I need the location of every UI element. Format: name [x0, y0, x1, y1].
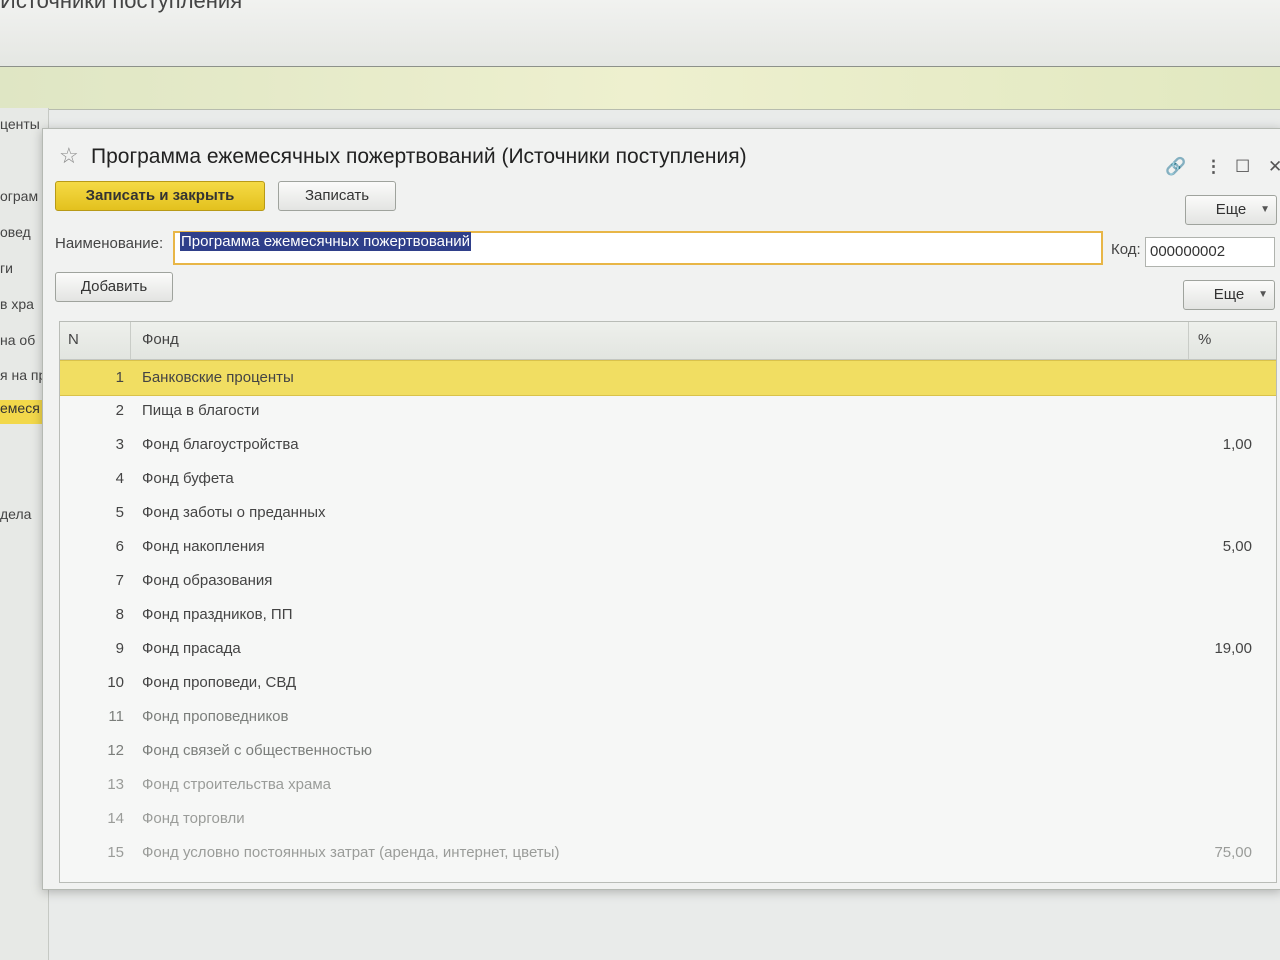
table-row[interactable]: 7 Фонд образования [60, 564, 1276, 598]
background-list-item[interactable]: центы [0, 116, 46, 132]
fund-name: Фонд накопления [142, 538, 265, 555]
row-number: 15 [107, 844, 124, 861]
code-label: Код: [1111, 241, 1141, 258]
table-row-selected[interactable]: 1 Банковские проценты [60, 360, 1276, 396]
background-list-item-selected[interactable]: емеся [0, 400, 46, 424]
row-number: 9 [115, 640, 124, 657]
background-list-item[interactable]: ги [0, 260, 46, 276]
table-row[interactable]: 15 Фонд условно постоянных затрат (аренда… [60, 836, 1276, 870]
row-number: 8 [115, 606, 124, 623]
row-number: 11 [108, 708, 124, 725]
row-number: 1 [115, 369, 124, 386]
table-row[interactable]: 14 Фонд торговли [60, 802, 1276, 836]
column-header-fund[interactable]: Фонд [142, 331, 179, 348]
table-row[interactable]: 9 Фонд прасада 19,00 [60, 632, 1276, 666]
fund-percent: 19,00 [1214, 640, 1252, 657]
fund-name: Фонд праздников, ПП [142, 606, 293, 623]
row-number: 13 [107, 776, 124, 793]
catalog-item-dialog: ☆ Программа ежемесячных пожертвований (И… [42, 128, 1280, 890]
close-icon[interactable]: ✕ [1268, 157, 1280, 177]
fund-name: Фонд условно постоянных затрат (аренда, … [142, 844, 560, 861]
fund-name: Фонд прасада [142, 640, 241, 657]
row-number: 5 [115, 504, 124, 521]
table-row[interactable]: 5 Фонд заботы о преданных [60, 496, 1276, 530]
row-number: 3 [115, 436, 124, 453]
fund-name: Фонд торговли [142, 810, 245, 827]
fund-name: Фонд связей с общественностью [142, 742, 372, 759]
funds-table: N Фонд % 1 Банковские проценты 2 Пища в бла… [59, 321, 1277, 883]
fund-name: Фонд благоустройства [142, 436, 299, 453]
fund-percent: 5,00 [1222, 538, 1252, 555]
table-row[interactable]: 10 Фонд проповеди, СВД [60, 666, 1276, 700]
table-row[interactable]: 6 Фонд накопления 5,00 [60, 530, 1276, 564]
row-number: 14 [107, 810, 124, 827]
row-number: 12 [107, 742, 124, 759]
table-row[interactable]: 12 Фонд связей с общественностью [60, 734, 1276, 768]
link-icon[interactable]: 🔗 [1165, 157, 1186, 177]
fund-name: Фонд образования [142, 572, 273, 589]
row-number: 10 [107, 674, 124, 691]
more-button-label: Еще [1215, 201, 1247, 218]
name-field[interactable]: Программа ежемесячных пожертвований [173, 231, 1103, 265]
row-number: 7 [115, 572, 124, 589]
background-toolbar [0, 66, 1280, 110]
dialog-title: Программа ежемесячных пожертвований (Ист… [91, 145, 747, 168]
more-vert-icon[interactable]: ⋮ [1205, 157, 1222, 177]
table-row[interactable]: 4 Фонд буфета [60, 462, 1276, 496]
table-row[interactable]: 2 Пища в благости [60, 394, 1276, 428]
background-list-item[interactable]: в хра [0, 296, 46, 312]
table-row[interactable]: 3 Фонд благоустройства 1,00 [60, 428, 1276, 462]
fund-name: Фонд проповедников [142, 708, 289, 725]
column-divider[interactable] [1188, 322, 1189, 359]
row-number: 6 [115, 538, 124, 555]
background-list-item[interactable]: дела [0, 506, 46, 522]
name-field-value: Программа ежемесячных пожертвований [180, 232, 472, 251]
fund-name: Фонд заботы о преданных [142, 504, 326, 521]
table-row[interactable]: 13 Фонд строительства храма [60, 768, 1276, 802]
column-header-percent[interactable]: % [1198, 331, 1211, 348]
fund-name: Банковские проценты [142, 369, 294, 386]
background-list-item[interactable]: на об [0, 332, 46, 348]
background-list-item[interactable]: ограм [0, 188, 46, 204]
background-title: Источники поступления [0, 0, 243, 13]
table-header: N Фонд % [60, 322, 1276, 360]
maximize-icon[interactable]: ☐ [1235, 157, 1250, 177]
background-window: Источники поступления [0, 0, 1280, 70]
chevron-down-icon: ▼ [1258, 289, 1268, 300]
chevron-down-icon: ▼ [1260, 204, 1270, 215]
table-row[interactable]: 8 Фонд праздников, ПП [60, 598, 1276, 632]
fund-name: Фонд буфета [142, 470, 234, 487]
more-button-table[interactable]: Еще ▼ [1183, 280, 1275, 310]
row-number: 2 [115, 402, 124, 419]
save-button[interactable]: Записать [278, 181, 396, 211]
star-icon[interactable]: ☆ [59, 143, 79, 169]
column-divider[interactable] [130, 322, 131, 359]
fund-percent: 75,00 [1214, 844, 1252, 861]
fund-name: Пища в благости [142, 402, 260, 419]
background-list-item[interactable]: овед [0, 224, 46, 240]
code-field[interactable]: 000000002 [1145, 237, 1275, 267]
fund-name: Фонд проповеди, СВД [142, 674, 297, 691]
add-row-button[interactable]: Добавить [55, 272, 173, 302]
background-list-item[interactable]: я на пр [0, 367, 46, 383]
more-button-label: Еще [1213, 286, 1245, 303]
row-number: 4 [115, 470, 124, 487]
fund-percent: 1,00 [1222, 436, 1252, 453]
column-header-n[interactable]: N [68, 331, 79, 348]
fund-name: Фонд строительства храма [142, 776, 332, 793]
table-row[interactable]: 11 Фонд проповедников [60, 700, 1276, 734]
name-label: Наименование: [55, 235, 164, 252]
more-button-top[interactable]: Еще ▼ [1185, 195, 1277, 225]
save-and-close-button[interactable]: Записать и закрыть [55, 181, 265, 211]
